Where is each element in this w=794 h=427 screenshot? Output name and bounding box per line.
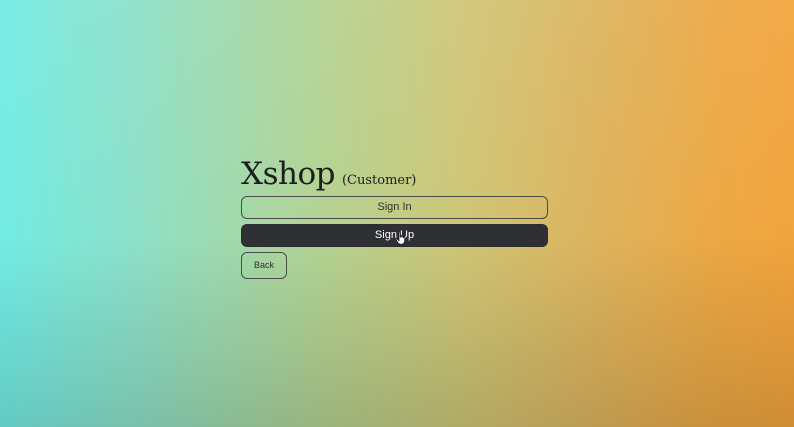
title-row: Xshop (Customer)	[241, 156, 548, 192]
role-label: (Customer)	[341, 173, 417, 188]
sign-in-button[interactable]: Sign In	[241, 196, 548, 219]
brand-title: Xshop	[241, 156, 335, 192]
hand-pointer-cursor-icon	[395, 231, 406, 245]
page: { "brand": { "name": "Xshop", "role": "(…	[0, 0, 794, 427]
back-button[interactable]: Back	[241, 252, 287, 279]
auth-panel: Xshop (Customer) Sign In Sign Up Back	[241, 156, 548, 279]
sign-up-button[interactable]: Sign Up	[241, 224, 548, 247]
